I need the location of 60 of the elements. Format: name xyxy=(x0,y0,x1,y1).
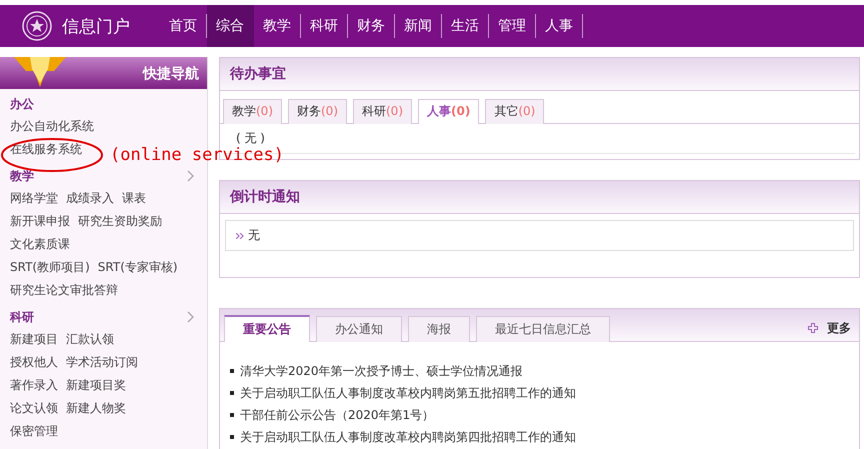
notice-tab[interactable]: 重要公告 xyxy=(224,315,310,342)
sidebar-link[interactable]: 课表 xyxy=(122,190,146,207)
notice-tab[interactable]: 最近七日信息汇总 xyxy=(476,316,610,342)
notice-link[interactable]: 清华大学2020年第一次授予博士、硕士学位情况通报 xyxy=(240,362,523,380)
chevron-right-icon[interactable] xyxy=(187,311,195,323)
sidebar-link[interactable]: 新开课申报 xyxy=(10,213,70,230)
sidebar-link[interactable]: 研究生论文审批答辩 xyxy=(10,282,118,299)
nav-tab[interactable]: 综合 xyxy=(207,5,254,47)
sidebar-link[interactable]: 保密管理 xyxy=(10,423,58,440)
chevron-right-icon[interactable] xyxy=(187,170,195,182)
sidebar-link[interactable]: 新建项目 xyxy=(10,331,58,348)
notice-link[interactable]: 关于启动职工队伍人事制度改革校内聘岗第五批招聘工作的通知 xyxy=(240,384,576,402)
notice-tab[interactable]: 海报 xyxy=(408,316,470,342)
sidebar-link[interactable]: SRT(教师项目) xyxy=(10,259,90,276)
bullet-icon xyxy=(230,435,234,439)
emblem-icon xyxy=(22,11,52,41)
notice-link[interactable]: 关于启动职工队伍人事制度改革校内聘岗第四批招聘工作的通知 xyxy=(240,428,576,446)
sidebar-link[interactable]: 论文认领 xyxy=(10,400,58,417)
site-title: 信息门户 xyxy=(62,16,130,38)
todo-tab[interactable]: 人事(0) xyxy=(418,99,480,124)
more-link[interactable]: 更多 xyxy=(827,320,851,336)
todo-tab[interactable]: 财务(0) xyxy=(288,99,347,124)
sidebar-link[interactable]: 授权他人 xyxy=(10,354,58,371)
section-title[interactable]: 科研 xyxy=(10,308,34,326)
bullet-icon xyxy=(230,391,234,395)
sidebar-link[interactable]: 著作录入 xyxy=(10,377,58,394)
notice-link[interactable]: 干部任前公示公告（2020年第1号） xyxy=(240,406,434,424)
section-title[interactable]: 办公 xyxy=(10,96,34,112)
section-title[interactable]: 教学 xyxy=(10,168,34,184)
todo-tab[interactable]: 科研(0) xyxy=(353,99,412,124)
sidebar-link[interactable]: 成绩录入 xyxy=(66,190,114,207)
nav-tab[interactable]: 新闻 xyxy=(395,14,442,38)
empty-text: ( 无 ) xyxy=(236,131,265,145)
nav-tab[interactable]: 教学 xyxy=(254,14,301,38)
bullet-icon xyxy=(230,369,234,373)
bullet-icon xyxy=(230,413,234,417)
nav-tab[interactable]: 科研 xyxy=(301,14,348,38)
notice-tab[interactable]: 办公通知 xyxy=(316,316,402,342)
nav-tab[interactable]: 管理 xyxy=(489,14,536,38)
sidebar-link[interactable]: 学术活动订阅 xyxy=(66,354,138,371)
panel-title: 待办事宜 xyxy=(230,65,286,83)
plus-icon[interactable] xyxy=(808,323,818,333)
annotation-text: (online services) xyxy=(110,145,284,165)
sidebar-link[interactable]: 新建项目奖 xyxy=(66,377,126,394)
sidebar-title: 快捷导航 xyxy=(143,65,199,83)
sidebar-link[interactable]: 研究生资助奖励 xyxy=(78,213,162,230)
double-chevron-icon xyxy=(236,232,244,238)
notice-text: 无 xyxy=(248,227,260,244)
sidebar-link[interactable]: 汇款认领 xyxy=(66,331,114,348)
sidebar-link[interactable]: SRT(专家审核) xyxy=(98,259,178,276)
sidebar-link[interactable]: 网络学堂 xyxy=(10,190,58,207)
panel-title: 倒计时通知 xyxy=(230,188,300,206)
sidebar-link[interactable]: 新建人物奖 xyxy=(66,400,126,417)
sidebar-link[interactable]: 文化素质课 xyxy=(10,236,70,253)
nav-tab[interactable]: 人事 xyxy=(536,14,583,38)
todo-tab[interactable]: 教学(0) xyxy=(223,99,282,124)
nav-tab[interactable]: 生活 xyxy=(442,14,489,38)
todo-tab[interactable]: 其它(0) xyxy=(485,99,544,124)
nav-tab[interactable]: 财务 xyxy=(348,14,395,38)
sidebar-link[interactable]: 办公自动化系统 xyxy=(10,118,94,135)
